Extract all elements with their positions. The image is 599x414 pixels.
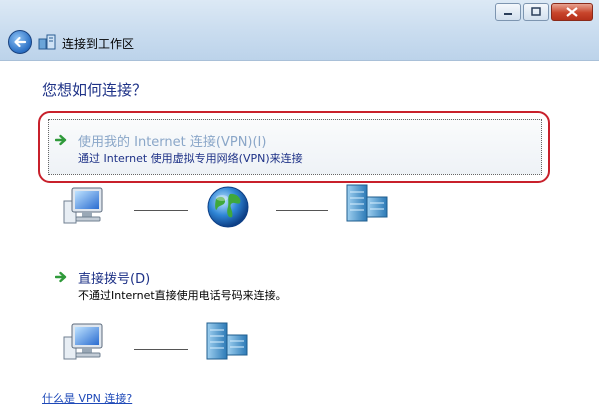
dialup-option-title[interactable]: 直接拨号(D) bbox=[78, 268, 150, 287]
wizard-content: 您想如何连接？ 使用我的 Internet 连接(VPN)(I) 通过 Inte… bbox=[0, 61, 599, 414]
green-arrow-icon bbox=[55, 134, 67, 146]
title-bar: 连接到工作区 bbox=[0, 0, 599, 61]
connection-line bbox=[134, 349, 188, 350]
green-arrow-icon bbox=[55, 271, 67, 283]
window-controls bbox=[495, 3, 593, 21]
vpn-option-description: 通过 Internet 使用虚拟专用网络(VPN)来连接 bbox=[78, 152, 303, 165]
wizard-title: 连接到工作区 bbox=[62, 37, 135, 51]
vpn-help-link[interactable]: 什么是 VPN 连接? bbox=[42, 390, 132, 406]
back-arrow-icon bbox=[14, 36, 27, 48]
minimize-icon bbox=[504, 13, 512, 15]
connection-line bbox=[134, 210, 188, 211]
maximize-button[interactable] bbox=[523, 3, 549, 21]
close-icon bbox=[566, 7, 578, 17]
dialup-option-description: 不通过Internet直接使用电话号码来连接。 bbox=[78, 289, 287, 302]
close-button[interactable] bbox=[551, 3, 593, 21]
server-icon bbox=[206, 322, 248, 360]
vpn-option-title[interactable]: 使用我的 Internet 连接(VPN)(I) bbox=[78, 131, 266, 150]
server-icon bbox=[346, 184, 388, 222]
maximize-icon bbox=[531, 7, 541, 16]
minimize-button[interactable] bbox=[495, 3, 521, 21]
back-button[interactable] bbox=[8, 30, 32, 54]
globe-icon bbox=[207, 186, 249, 228]
computer-icon bbox=[63, 323, 103, 360]
network-connection-icon bbox=[38, 34, 56, 50]
connection-line bbox=[276, 210, 328, 211]
page-heading: 您想如何连接？ bbox=[42, 81, 148, 99]
computer-icon bbox=[63, 187, 103, 224]
